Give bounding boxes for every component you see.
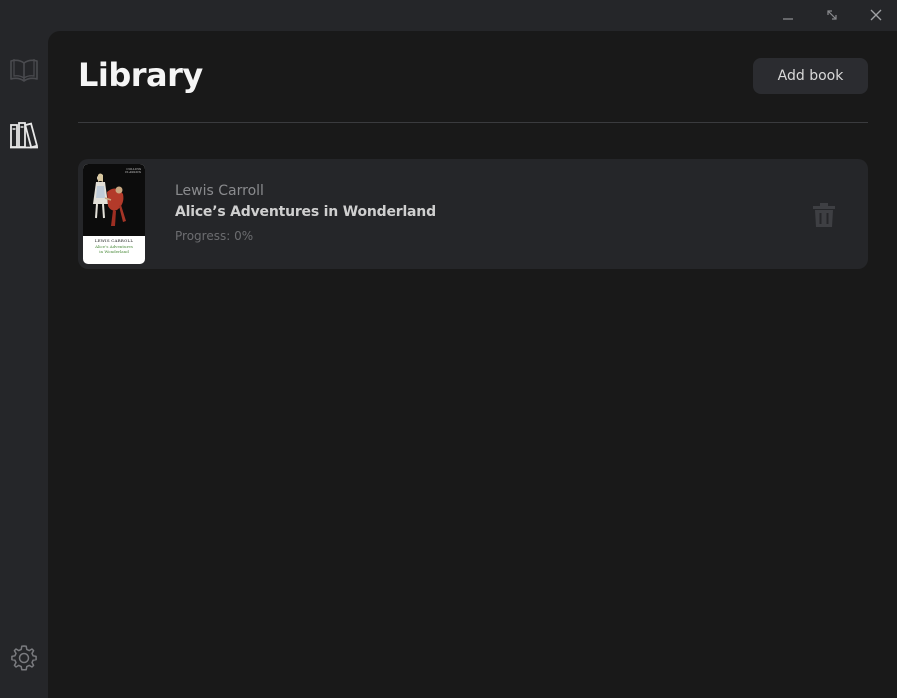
sidebar-item-settings[interactable] — [6, 640, 42, 676]
close-button[interactable] — [864, 4, 888, 26]
minimize-button[interactable] — [776, 4, 800, 26]
add-book-button[interactable]: Add book — [753, 58, 868, 94]
close-icon — [870, 9, 882, 21]
book-title: Alice’s Adventures in Wonderland — [175, 204, 436, 220]
maximize-button[interactable] — [820, 4, 844, 26]
sidebar-item-reader[interactable] — [6, 52, 42, 88]
minimize-icon — [783, 18, 793, 20]
cover-title-line2: in Wonderland — [99, 249, 129, 254]
main-panel: Library Add book COLLINS CLASSICS LEWIS … — [48, 31, 897, 698]
cover-title: Alice’s Adventures in Wonderland — [83, 244, 145, 254]
gear-icon — [11, 645, 37, 671]
page-title: Library — [78, 56, 203, 94]
bookshelf-icon — [10, 122, 39, 149]
app-window: Library Add book COLLINS CLASSICS LEWIS … — [0, 0, 897, 698]
book-cover: COLLINS CLASSICS LEWIS CARROLL Alice’s A… — [83, 164, 145, 264]
book-progress: Progress: 0% — [175, 229, 254, 243]
divider — [78, 122, 868, 123]
sidebar-item-library[interactable] — [6, 117, 42, 153]
book-author: Lewis Carroll — [175, 183, 264, 199]
alice-illustration — [83, 173, 145, 236]
maximize-icon — [827, 10, 837, 20]
sidebar — [0, 31, 48, 698]
book-card[interactable]: COLLINS CLASSICS LEWIS CARROLL Alice’s A… — [78, 159, 868, 269]
delete-book-button[interactable] — [808, 199, 840, 231]
cover-illustration: COLLINS CLASSICS — [83, 164, 145, 236]
cover-author: LEWIS CARROLL — [94, 238, 134, 243]
trash-icon — [813, 203, 835, 227]
open-book-icon — [10, 59, 38, 82]
